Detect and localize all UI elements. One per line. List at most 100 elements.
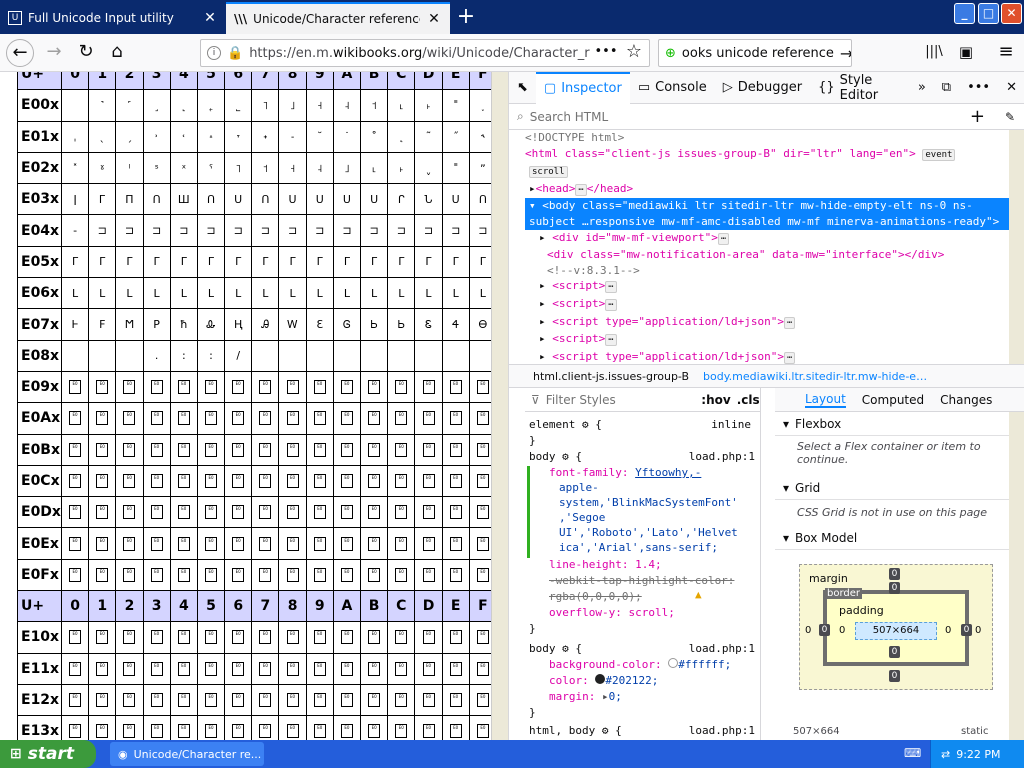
char-cell[interactable]: ˫ [414,89,443,122]
char-cell[interactable]: E0 [332,433,362,466]
char-cell[interactable]: E0 [278,652,307,685]
char-cell[interactable]: E0 [251,402,280,435]
char-cell[interactable]: E0 [60,715,90,740]
reload-button[interactable]: ↻ [72,39,100,67]
char-cell[interactable]: E0 [88,496,117,529]
char-cell[interactable]: ᒪ [414,277,443,310]
char-cell[interactable]: E0 [387,683,416,717]
char-cell[interactable]: E0 [60,433,90,466]
char-cell[interactable]: E0 [251,433,280,466]
char-cell[interactable]: ᒥ [278,245,307,279]
char-cell[interactable]: E0 [60,496,90,529]
char-cell[interactable]: E0 [88,464,117,498]
char-cell[interactable]: E0 [142,621,171,654]
char-cell[interactable]: E0 [251,370,280,404]
char-cell[interactable]: ⊐ [441,214,470,247]
char-cell[interactable]: E0 [360,433,389,466]
home-button[interactable]: ⌂ [103,39,131,67]
char-cell[interactable]: Ս [332,183,362,216]
char-cell[interactable]: E0 [387,370,416,404]
char-cell[interactable]: ˪ [387,89,416,122]
char-cell[interactable]: ˖ [251,120,280,153]
add-node-icon[interactable]: + [970,106,999,127]
char-cell[interactable]: E0 [60,402,90,435]
color-prop[interactable]: color: #202122; [549,674,658,687]
char-cell[interactable]: E0 [60,527,90,560]
char-cell[interactable] [387,339,416,372]
char-cell[interactable]: E0 [169,558,198,592]
char-cell[interactable] [414,339,443,372]
expand-arrow-icon[interactable]: ▸ [539,332,552,345]
char-cell[interactable]: Г [88,183,117,216]
char-cell[interactable]: E0 [115,652,144,685]
char-cell[interactable]: E0 [332,464,362,498]
char-cell[interactable]: E0 [305,558,334,592]
char-cell[interactable]: E0 [441,402,470,435]
char-cell[interactable]: E0 [169,433,198,466]
filter-styles-input[interactable]: Filter Styles [546,393,696,407]
char-cell[interactable]: ˥ [224,151,253,185]
char-cell[interactable]: E0 [332,652,362,685]
char-cell[interactable]: E0 [305,402,334,435]
char-cell[interactable]: ˝ [441,120,470,153]
head-node[interactable]: ▸<head> ⋯ </head> [525,181,1009,199]
char-cell[interactable]: Ͱ [60,308,90,341]
char-cell[interactable]: E0 [115,496,144,529]
char-cell[interactable]: E0 [115,433,144,466]
char-cell[interactable]: ˡ [115,151,144,185]
char-cell[interactable]: E0 [387,621,416,654]
char-cell[interactable]: E0 [169,496,198,529]
char-cell[interactable]: E0 [142,496,171,529]
char-cell[interactable]: E0 [360,370,389,404]
char-cell[interactable]: ⊐ [88,214,117,247]
char-cell[interactable]: E0 [387,464,416,498]
char-cell[interactable]: E0 [360,652,389,685]
char-cell[interactable]: ˎ [88,120,117,153]
char-cell[interactable]: ˨ [332,89,362,122]
char-cell[interactable]: E0 [169,621,198,654]
char-cell[interactable]: Ꮆ [332,308,362,341]
taskbar-item-browser[interactable]: ◉ Unicode/Character re... [110,742,264,766]
char-cell[interactable]: Ꮟ [387,308,416,341]
char-cell[interactable]: ᒪ [360,277,389,310]
char-cell[interactable]: E0 [115,621,144,654]
char-cell[interactable]: E0 [414,683,443,717]
char-cell[interactable]: ˛ [387,120,416,153]
char-cell[interactable]: E0 [60,621,90,654]
char-cell[interactable]: E0 [196,683,226,717]
char-cell[interactable]: E0 [88,527,117,560]
expand-arrow-icon[interactable]: ▸ [539,315,552,328]
breadcrumb-html[interactable]: html.client-js.issues-group-B [533,370,689,383]
maximize-button[interactable]: □ [978,3,999,24]
char-cell[interactable]: Ꮂ [196,308,226,341]
close-icon[interactable]: ✕ [998,72,1024,104]
char-cell[interactable]: E0 [60,558,90,592]
char-cell[interactable]: E0 [414,496,443,529]
warning-icon[interactable]: ▲ [695,588,702,601]
char-cell[interactable]: E0 [251,496,280,529]
char-cell[interactable]: ⊐ [251,214,280,247]
char-cell[interactable]: ⊐ [142,214,171,247]
flexbox-section[interactable]: ▾ Flexbox [775,412,1009,436]
char-cell[interactable]: ˨ [305,151,334,185]
char-cell[interactable]: E0 [305,715,334,740]
char-cell[interactable]: : [196,339,226,372]
char-cell[interactable]: ᒥ [169,245,198,279]
char-cell[interactable]: Ո [251,183,280,216]
close-icon[interactable]: ✕ [202,10,218,26]
new-tab-button[interactable]: + [456,4,476,29]
char-cell[interactable]: E0 [251,558,280,592]
char-cell[interactable]: ᒥ [387,245,416,279]
markup-node[interactable]: ▸ <script> ⋯ [525,296,1009,314]
font-family-prop[interactable]: font-family: Yftoowhy,- [549,466,701,479]
search-html-input[interactable]: Search HTML [530,110,964,124]
char-cell[interactable]: E0 [115,715,144,740]
char-cell[interactable] [441,339,470,372]
char-cell[interactable]: E0 [196,652,226,685]
char-cell[interactable]: E0 [169,370,198,404]
overflow-prop[interactable]: overflow-y: scroll; [549,606,675,619]
char-cell[interactable]: Ս [441,183,470,216]
markup-node[interactable]: ▸ <script type="application/ld+json"> ⋯ [525,349,1009,364]
char-cell[interactable] [60,89,90,122]
markup-node[interactable]: ▸ <script type="application/ld+json"> ⋯ [525,314,1009,332]
